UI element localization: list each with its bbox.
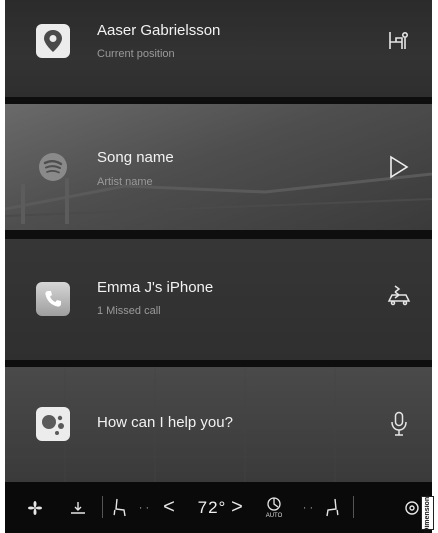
hotel-icon[interactable] <box>383 24 415 56</box>
tile-divider <box>5 230 432 239</box>
navigation-subtitle: Current position <box>97 48 175 60</box>
home-icon[interactable] <box>401 482 423 533</box>
microphone-icon[interactable] <box>383 408 415 440</box>
climate-separator <box>102 496 103 518</box>
map-pin-icon <box>36 24 70 58</box>
climate-bar: · · < 72° > AUTO · · <box>5 482 432 533</box>
navigation-title: Aaser Gabrielsson <box>97 22 221 39</box>
watermark-badge: Dimensions <box>421 493 434 533</box>
phone-device-name: Emma J's iPhone <box>97 279 214 296</box>
tile-divider <box>5 97 432 104</box>
assistant-prompt: How can I help you? <box>97 414 233 431</box>
seat-ventilation-level: · · <box>302 501 314 514</box>
infotainment-screen: Aaser Gabrielsson Current position Song … <box>5 0 432 533</box>
auto-climate-icon <box>267 497 281 511</box>
assistant-tile[interactable]: How can I help you? <box>5 367 432 482</box>
spotify-icon <box>36 150 70 184</box>
artist-name: Artist name <box>97 176 153 188</box>
navigation-tile[interactable]: Aaser Gabrielsson Current position <box>5 0 432 97</box>
missed-call-status: 1 Missed call <box>97 305 161 317</box>
seat-heat-level: · · <box>138 501 150 514</box>
defrost-icon[interactable] <box>65 482 91 533</box>
song-title: Song name <box>97 149 174 166</box>
play-icon[interactable] <box>383 151 415 183</box>
temp-increase-button[interactable]: > <box>225 482 249 533</box>
seat-heat-icon[interactable] <box>109 482 131 533</box>
temp-decrease-button[interactable]: < <box>157 482 181 533</box>
phone-tile[interactable]: Emma J's iPhone 1 Missed call <box>5 239 432 360</box>
google-assistant-icon <box>36 407 70 441</box>
climate-separator <box>353 496 354 518</box>
seat-ventilation-icon[interactable] <box>321 482 343 533</box>
auto-climate-button[interactable]: AUTO <box>259 482 289 533</box>
tile-divider <box>5 360 432 367</box>
phone-icon <box>36 282 70 316</box>
temperature-value: 72° <box>197 497 227 517</box>
car-bluetooth-icon[interactable] <box>383 279 415 311</box>
watermark-text: Dimensions <box>424 493 431 533</box>
music-tile[interactable]: Song name Artist name <box>5 104 432 230</box>
fan-icon[interactable] <box>23 482 47 533</box>
auto-label: AUTO <box>265 513 283 519</box>
